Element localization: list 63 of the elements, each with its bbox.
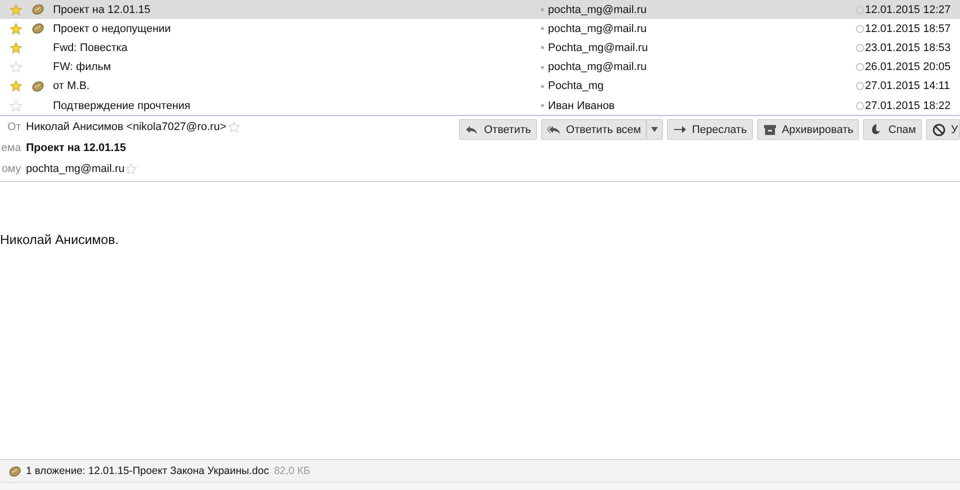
clock-icon: [856, 63, 864, 72]
star-icon[interactable]: [228, 120, 240, 133]
prohibited-icon: [932, 122, 946, 137]
clock-icon: [856, 24, 864, 33]
clock-icon: [856, 82, 864, 90]
message-date: 12.01.2015 18:57: [865, 22, 952, 35]
message-sender: Pochta_mg: [548, 80, 605, 92]
star-icon[interactable]: [10, 22, 22, 35]
star-icon[interactable]: [10, 61, 22, 74]
subject-value: Проект на 12.01.15: [26, 142, 126, 154]
status-dot-icon: [540, 84, 544, 88]
message-subject: Проект на 12.01.15: [53, 4, 152, 16]
message-date: 26.01.2015 20:05: [865, 61, 952, 74]
message-sender: pochta_mg@mail.ru: [548, 22, 648, 35]
attachment-size: 82,0 КБ: [274, 465, 310, 477]
message-sender: Pochta_mg@mail.ru: [548, 42, 649, 54]
clock-icon: [856, 44, 864, 52]
attachment-name[interactable]: 1 вложение: 12.01.15-Проект Закона Украины.doc: [26, 465, 269, 477]
status-dot-icon: [540, 46, 544, 50]
message-sender: pochta_mg@mail.ru: [548, 4, 648, 16]
star-icon[interactable]: [10, 4, 22, 16]
message-sender: pochta_mg@mail.ru: [548, 61, 648, 74]
message-date: 12.01.2015 12:27: [865, 4, 952, 16]
status-dot-icon: [540, 104, 544, 108]
spam-button[interactable]: Спам: [863, 119, 922, 140]
status-dot-icon: [540, 27, 544, 30]
reply-all-button[interactable]: Ответить всем: [541, 119, 663, 140]
message-row[interactable]: Подтверждение прочтения Иван Иванов 27.01.2015 18:22: [0, 96, 960, 116]
clock-icon: [856, 102, 864, 110]
status-dot-icon: [540, 8, 544, 12]
message-sender: Иван Иванов: [548, 100, 616, 112]
message-subject: Подтверждение прочтения: [53, 100, 192, 112]
clock-icon: [856, 6, 864, 14]
forward-button[interactable]: Переслать: [667, 119, 753, 140]
message-subject: от М.В.: [53, 80, 91, 92]
star-icon[interactable]: [10, 100, 22, 112]
message-row[interactable]: Fwd: Повестка Pochta_mg@mail.ru 23.01.2015 18:53: [0, 38, 960, 58]
archive-icon: [762, 122, 777, 137]
message-date: 27.01.2015 14:11: [865, 80, 951, 92]
message-row[interactable]: FW: фильм pochta_mg@mail.ru 26.01.2015 20:05: [0, 58, 960, 77]
archive-button[interactable]: Архивировать: [756, 119, 860, 140]
status-dot-icon: [540, 66, 544, 69]
recipient-address: pochta_mg@mail.ru: [26, 162, 125, 175]
to-label: ому: [0, 162, 21, 175]
subject-label: ема: [0, 142, 21, 154]
delete-button[interactable]: У: [926, 119, 960, 140]
message-subject: Проект о недопущении: [53, 22, 172, 35]
reply-all-icon: [547, 122, 562, 137]
from-label: От: [6, 120, 21, 133]
star-icon[interactable]: [124, 162, 137, 175]
message-date: 23.01.2015 18:53: [865, 42, 952, 54]
message-date: 27.01.2015 18:22: [865, 100, 952, 112]
message-row[interactable]: Проект о недопущении pochta_mg@mail.ru 12.01.2015 18:57: [0, 19, 960, 38]
sender-address: Николай Анисимов <nikola7027@ro.ru>: [26, 120, 226, 133]
message-subject: FW: фильм: [53, 61, 112, 74]
message-row[interactable]: от М.В. Pochta_mg 27.01.2015 14:11: [0, 76, 960, 96]
message-subject: Fwd: Повестка: [53, 42, 128, 54]
reply-button[interactable]: Ответить: [458, 119, 538, 140]
star-icon[interactable]: [10, 80, 22, 92]
caret-icon[interactable]: [651, 127, 658, 132]
star-icon[interactable]: [10, 42, 22, 54]
message-row[interactable]: Проект на 12.01.15 pochta_mg@mail.ru 12.01.2015 12:27: [0, 0, 960, 20]
message-body-text: Николай Анисимов.: [0, 232, 120, 248]
